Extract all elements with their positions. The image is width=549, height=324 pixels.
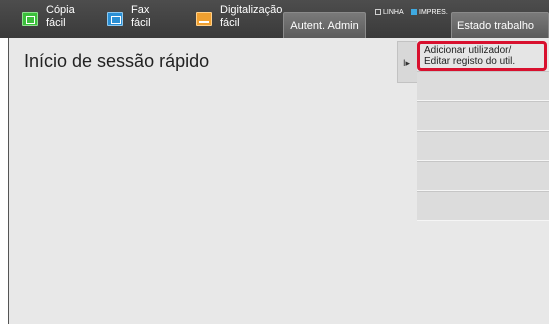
line-status-icon xyxy=(375,9,381,15)
add-user-label: Adicionar utilizador/ xyxy=(424,45,512,56)
empty-menu-slot xyxy=(417,161,549,191)
empty-menu-slot xyxy=(417,71,549,101)
print-status-icon xyxy=(411,9,417,15)
action-panel: Adicionar utilizador/ Editar registo do … xyxy=(417,41,549,221)
add-edit-user-button[interactable]: Adicionar utilizador/ Editar registo do … xyxy=(417,41,547,71)
page-title: Início de sessão rápido xyxy=(24,51,210,71)
print-indicator-label: IMPRES. xyxy=(419,9,448,16)
empty-menu-slot xyxy=(417,131,549,161)
easy-fax-shortcut[interactable]: Fax fácil xyxy=(107,0,177,38)
line-indicator: LINHA xyxy=(375,9,404,17)
action-panel-handle[interactable]: I▸ xyxy=(397,41,417,83)
line-indicator-label: LINHA xyxy=(383,9,404,16)
easy-scan-label: Digitalização fácil xyxy=(220,4,283,29)
collapse-arrow-icon: I▸ xyxy=(403,58,411,68)
scan-icon xyxy=(196,12,212,26)
easy-fax-label: Fax fácil xyxy=(131,4,151,29)
top-bar: Cópia fácil Fax fácil Digitalização fáci… xyxy=(0,0,549,38)
admin-auth-button[interactable]: Autent. Admin xyxy=(283,12,366,38)
print-indicator: IMPRES. xyxy=(411,9,448,17)
fax-icon xyxy=(107,12,123,26)
empty-menu-slot xyxy=(417,191,549,221)
edit-user-label: Editar registo do util. xyxy=(424,56,516,67)
easy-copy-label: Cópia fácil xyxy=(46,4,75,29)
job-status-button[interactable]: Estado trabalho xyxy=(451,12,549,38)
empty-menu-slot xyxy=(417,101,549,131)
main-panel: Início de sessão rápido I▸ Adicionar uti… xyxy=(8,38,549,324)
copy-icon xyxy=(22,12,38,26)
easy-copy-shortcut[interactable]: Cópia fácil xyxy=(22,0,92,38)
easy-scan-shortcut[interactable]: Digitalização fácil xyxy=(196,0,286,38)
